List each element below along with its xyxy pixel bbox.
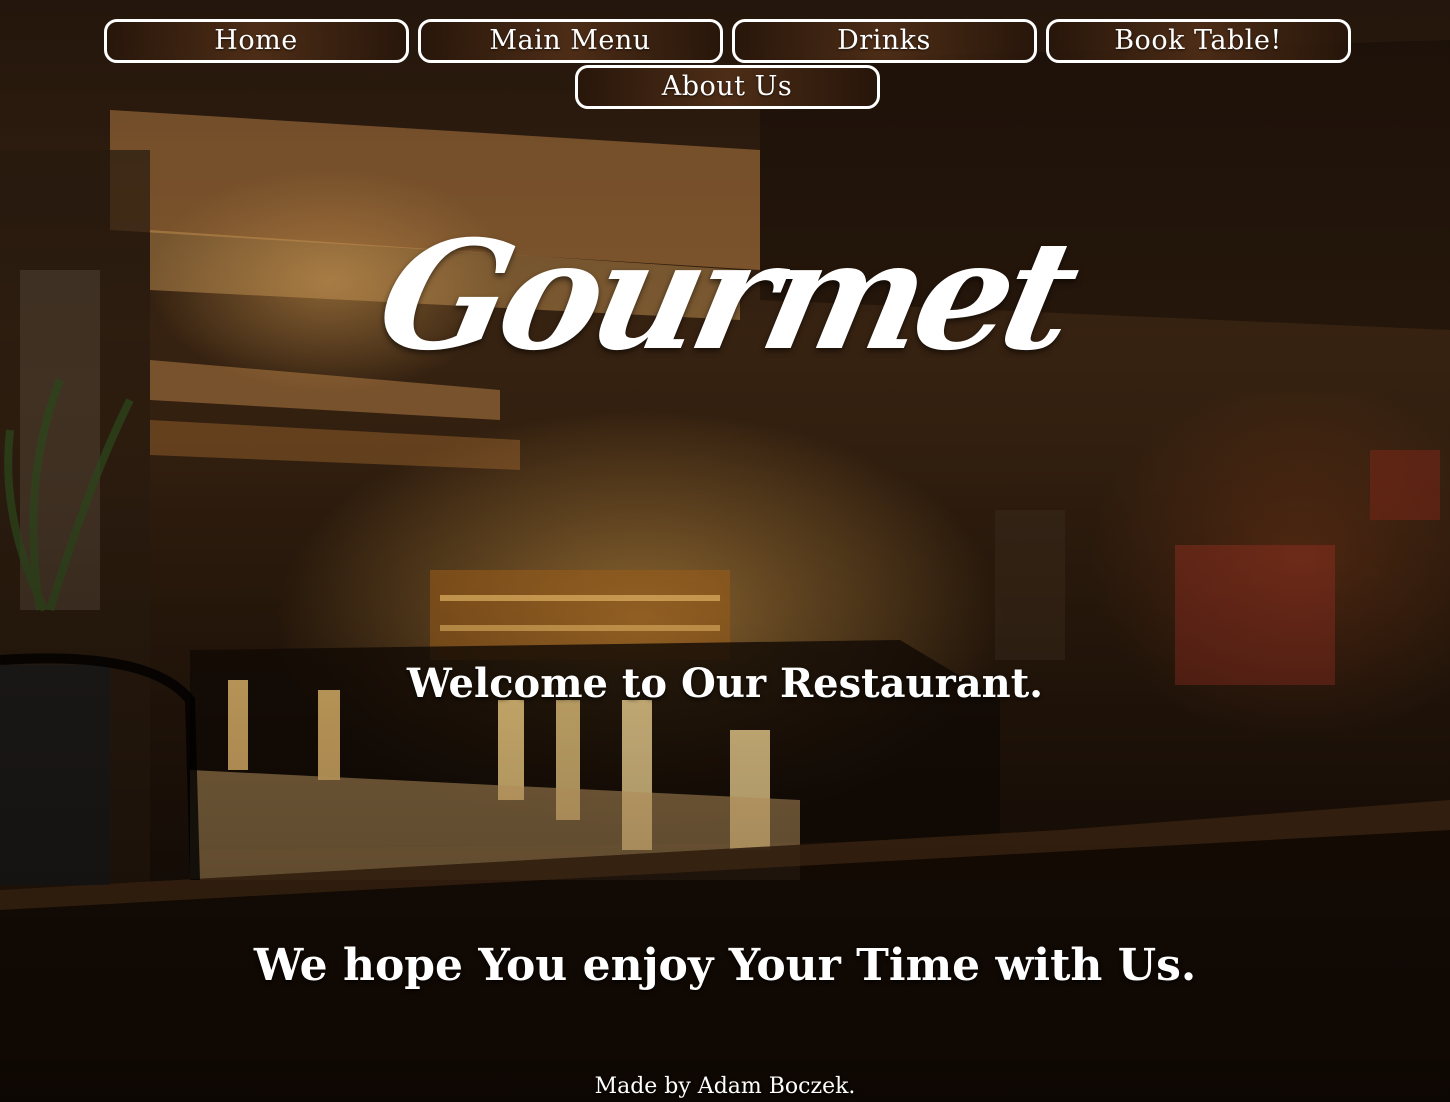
nav-drinks-button[interactable]: Drinks [731, 19, 1037, 63]
welcome-heading: Welcome to Our Restaurant. [406, 660, 1044, 707]
page: Home Main Menu Drinks Book Table! About … [0, 0, 1450, 1102]
nav-main-menu-button[interactable]: Main Menu [417, 19, 723, 63]
tagline-heading: We hope You enjoy Your Time with Us. [253, 940, 1197, 991]
nav-about-us-button[interactable]: About Us [574, 65, 880, 109]
background-shade-overlay [0, 0, 1450, 1102]
nav-book-table-button[interactable]: Book Table! [1045, 19, 1351, 63]
main-navigation: Home Main Menu Drinks Book Table! About … [102, 19, 1352, 109]
nav-home-button[interactable]: Home [103, 19, 409, 63]
footer-credit: Made by Adam Boczek. [594, 1074, 856, 1099]
